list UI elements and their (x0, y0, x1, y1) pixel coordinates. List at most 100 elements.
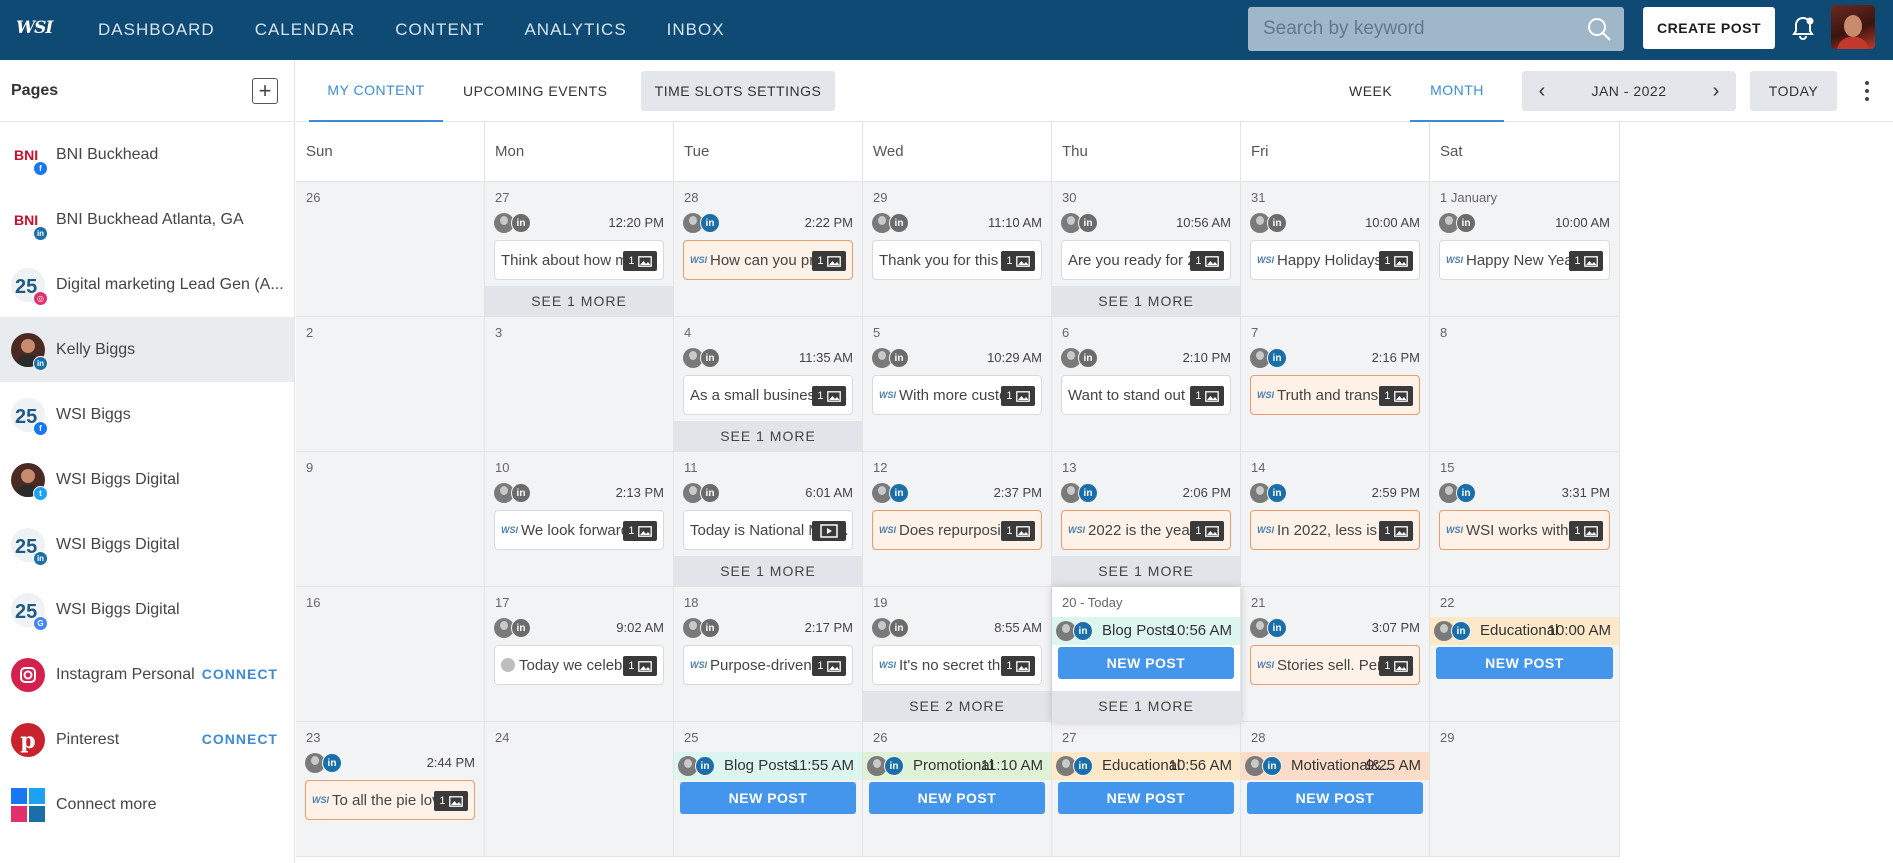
calendar-day[interactable]: 18 in 2:17 PM WSI Purpose-driven m... 1 (674, 587, 863, 722)
calendar-day[interactable]: 11 in 6:01 AM Today is National Morse... SEE… (674, 452, 863, 587)
post-card[interactable]: WSI 2022 is the year of... 1 (1061, 510, 1231, 550)
time-slot-bar[interactable]: in Promotional 11:10 AM (863, 752, 1051, 780)
time-slot-bar[interactable]: in Blog Posts 11:55 AM (674, 752, 862, 780)
post-card[interactable]: WSI We look forward t... 1 (494, 510, 664, 550)
notification-bell-icon[interactable] (1789, 14, 1817, 42)
sidebar-page-item[interactable]: Connect more (0, 772, 294, 837)
previous-month-chevron-icon[interactable]: ‹ (1522, 71, 1562, 111)
post-card[interactable]: WSI Purpose-driven m... 1 (683, 645, 853, 685)
calendar-day[interactable]: 27 in 12:20 PM Think about how muc... 1 SEE … (485, 182, 674, 317)
add-page-button[interactable]: + (252, 78, 278, 104)
nav-dashboard[interactable]: DASHBOARD (98, 20, 215, 40)
new-post-button[interactable]: NEW POST (680, 782, 856, 814)
post-card[interactable]: WSI WSI works with all... 1 (1439, 510, 1610, 550)
nav-content[interactable]: CONTENT (395, 20, 484, 40)
see-more-button[interactable]: SEE 1 MORE (1052, 691, 1240, 721)
sidebar-page-item[interactable]: 25 G WSI Biggs Digital (0, 577, 294, 642)
time-slot-bar[interactable]: in Educational 10:00 AM (1430, 617, 1619, 645)
calendar-day[interactable]: 3 (485, 317, 674, 452)
calendar-day[interactable]: 28 in Motivational&... 9:25 AM NEW POST (1241, 722, 1430, 857)
post-card[interactable]: WSI Happy New Year! ... 1 (1439, 240, 1610, 280)
post-card[interactable]: Are you ready for 202... 1 (1061, 240, 1231, 280)
calendar-day[interactable]: 30 in 10:56 AM Are you ready for 202... 1 SE… (1052, 182, 1241, 317)
time-slot-bar[interactable]: in Motivational&... 9:25 AM (1241, 752, 1429, 780)
calendar-day[interactable]: 26 (296, 182, 485, 317)
post-card[interactable]: WSI With more custom... 1 (872, 375, 1042, 415)
tab-upcoming-events[interactable]: UPCOMING EVENTS (463, 60, 607, 122)
post-card[interactable]: WSI How can you provi... 1 (683, 240, 853, 280)
today-button[interactable]: TODAY (1750, 71, 1837, 111)
connect-button[interactable]: CONNECT (202, 666, 278, 682)
sidebar-page-item[interactable]: 25 f WSI Biggs (0, 382, 294, 447)
post-card[interactable]: WSI In 2022, less is mo... 1 (1250, 510, 1420, 550)
post-card[interactable]: WSI Does repurposing ... 1 (872, 510, 1042, 550)
user-avatar[interactable] (1831, 5, 1875, 49)
calendar-day[interactable]: 10 in 2:13 PM WSI We look forward t... 1 (485, 452, 674, 587)
post-card[interactable]: Today we celebrat... 1 (494, 645, 664, 685)
search-icon[interactable] (1586, 16, 1612, 42)
calendar-day[interactable]: 6 in 2:10 PM Want to stand out in t... 1 (1052, 317, 1241, 452)
sidebar-page-item[interactable]: BNI f BNI Buckhead (0, 122, 294, 187)
calendar-day[interactable]: 13 in 2:06 PM WSI 2022 is the year of... 1 SE… (1052, 452, 1241, 587)
calendar-day[interactable]: 5 in 10:29 AM WSI With more custom... 1 (863, 317, 1052, 452)
view-week-button[interactable]: WEEK (1349, 60, 1392, 122)
calendar-day[interactable]: 25 in Blog Posts 11:55 AM NEW POST (674, 722, 863, 857)
sidebar-page-item[interactable]: BNI in BNI Buckhead Atlanta, GA (0, 187, 294, 252)
sidebar-page-item[interactable]: 25 ◎ Digital marketing Lead Gen (A... (0, 252, 294, 317)
sidebar-page-item[interactable]: Instagram Personal CONNECT (0, 642, 294, 707)
calendar-day-today[interactable]: 20 - Today in Blog Posts 10:56 AM NEW POST SE… (1052, 587, 1241, 722)
calendar-day[interactable]: 17 in 9:02 AM Today we celebrat... 1 (485, 587, 674, 722)
time-slot-bar[interactable]: in Educational 10:56 AM (1052, 752, 1240, 780)
calendar-day[interactable]: 7 in 2:16 PM WSI Truth and transpar... 1 (1241, 317, 1430, 452)
calendar-day[interactable]: 16 (296, 587, 485, 722)
sidebar-page-item[interactable]: 25 in WSI Biggs Digital (0, 512, 294, 577)
see-more-button[interactable]: SEE 1 MORE (674, 556, 862, 586)
new-post-button[interactable]: NEW POST (869, 782, 1045, 814)
new-post-button[interactable]: NEW POST (1058, 782, 1234, 814)
calendar-day[interactable]: 2 (296, 317, 485, 452)
new-post-button[interactable]: NEW POST (1436, 647, 1613, 679)
calendar-day[interactable]: 12 in 2:37 PM WSI Does repurposing ... 1 (863, 452, 1052, 587)
see-more-button[interactable]: SEE 1 MORE (485, 286, 673, 316)
sidebar-page-item[interactable]: in Kelly Biggs (0, 317, 294, 382)
calendar-day[interactable]: 27 in Educational 10:56 AM NEW POST (1052, 722, 1241, 857)
connect-button[interactable]: CONNECT (202, 731, 278, 747)
calendar-day[interactable]: 23 in 2:44 PM WSI To all the pie lover... 1 (296, 722, 485, 857)
calendar-day[interactable]: 29 in 11:10 AM Thank you for this lov... 1 (863, 182, 1052, 317)
calendar-day[interactable]: 19 in 8:55 AM WSI It's no secret that t... 1 … (863, 587, 1052, 722)
post-card[interactable]: Thank you for this lov... 1 (872, 240, 1042, 280)
post-card[interactable]: As a small business o... 1 (683, 375, 853, 415)
post-card[interactable]: WSI To all the pie lover... 1 (305, 780, 475, 820)
search-input[interactable] (1248, 18, 1568, 40)
next-month-chevron-icon[interactable]: › (1696, 71, 1736, 111)
calendar-day[interactable]: 28 in 2:22 PM WSI How can you provi... 1 (674, 182, 863, 317)
post-card[interactable]: Want to stand out in t... 1 (1061, 375, 1231, 415)
nav-analytics[interactable]: ANALYTICS (524, 20, 626, 40)
more-options-icon[interactable] (1863, 80, 1871, 102)
calendar-day[interactable]: 22 in Educational 10:00 AM NEW POST (1430, 587, 1620, 722)
calendar-day[interactable]: 21 in 3:07 PM WSI Stories sell. Period... 1 (1241, 587, 1430, 722)
post-card[interactable]: WSI Truth and transpar... 1 (1250, 375, 1420, 415)
time-slot-bar[interactable]: in Blog Posts 10:56 AM (1052, 617, 1240, 645)
sidebar-page-item[interactable]: p Pinterest CONNECT (0, 707, 294, 772)
see-more-button[interactable]: SEE 1 MORE (674, 421, 862, 451)
calendar-day[interactable]: 29 (1430, 722, 1620, 857)
post-card[interactable]: WSI Happy Holidays! ... 1 (1250, 240, 1420, 280)
see-more-button[interactable]: SEE 2 MORE (863, 691, 1051, 721)
new-post-button[interactable]: NEW POST (1247, 782, 1423, 814)
calendar-day[interactable]: 15 in 3:31 PM WSI WSI works with all... 1 (1430, 452, 1620, 587)
see-more-button[interactable]: SEE 1 MORE (1052, 286, 1240, 316)
wsi-logo[interactable]: WSI (16, 18, 54, 40)
time-slots-settings-button[interactable]: TIME SLOTS SETTINGS (641, 71, 835, 111)
new-post-button[interactable]: NEW POST (1058, 647, 1234, 679)
calendar-day[interactable]: 26 in Promotional 11:10 AM NEW POST (863, 722, 1052, 857)
calendar-day[interactable]: 8 (1430, 317, 1620, 452)
calendar-day[interactable]: 1 January in 10:00 AM WSI Happy New Year! ..… (1430, 182, 1620, 317)
calendar-day[interactable]: 24 (485, 722, 674, 857)
calendar-day[interactable]: 4 in 11:35 AM As a small business o... 1 SEE… (674, 317, 863, 452)
nav-inbox[interactable]: INBOX (667, 20, 725, 40)
view-month-button[interactable]: MONTH (1410, 60, 1504, 122)
post-card[interactable]: Today is National Morse... (683, 510, 853, 550)
post-card[interactable]: WSI It's no secret that t... 1 (872, 645, 1042, 685)
post-card[interactable]: Think about how muc... 1 (494, 240, 664, 280)
